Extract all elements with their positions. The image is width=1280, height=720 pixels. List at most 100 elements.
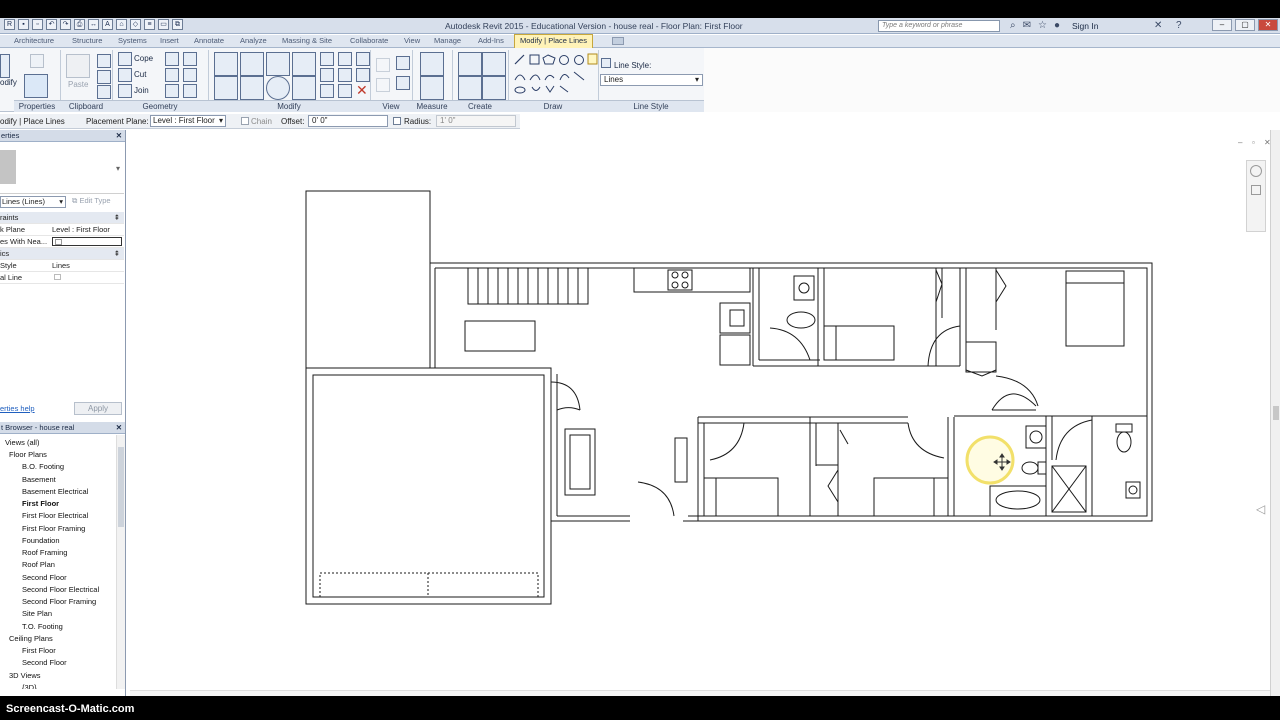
radius-input[interactable]: 1' 0" [436, 115, 516, 127]
tab-manage[interactable]: Manage [434, 36, 461, 45]
collapse-icon[interactable]: ⇞ [114, 212, 120, 223]
restore-view-icon[interactable]: ▫ [1252, 138, 1262, 148]
geometry-tool-f-icon[interactable] [183, 84, 197, 98]
offset-icon[interactable] [240, 52, 264, 76]
draw-tools-icons[interactable] [512, 52, 598, 100]
dimension-icon[interactable] [420, 76, 444, 100]
placement-plane-select[interactable]: Level : First Floor ▾ [150, 115, 226, 127]
save-icon[interactable]: ▪ [18, 19, 29, 30]
split-icon[interactable] [320, 52, 334, 66]
edit-type-button[interactable]: ⧉ Edit Type [72, 196, 111, 206]
properties-icon[interactable] [24, 74, 48, 98]
section-icon[interactable]: ◇ [130, 19, 141, 30]
tree-item[interactable]: Roof Framing [22, 548, 67, 557]
prop-group-constraints[interactable]: raints ⇞ [0, 212, 124, 224]
match-properties-icon[interactable] [97, 85, 111, 99]
minimize-icon[interactable]: – [1212, 19, 1232, 31]
cope-icon[interactable] [118, 52, 132, 66]
floor-plan-drawing[interactable] [130, 130, 1270, 696]
close-hidden-icon[interactable]: ▭ [158, 19, 169, 30]
checkbox[interactable] [54, 274, 61, 280]
tab-view[interactable]: View [404, 36, 420, 45]
tree-item[interactable]: T.O. Footing [22, 622, 63, 631]
tab-collaborate[interactable]: Collaborate [350, 36, 388, 45]
measure-distance-icon[interactable] [420, 52, 444, 76]
line-style-select[interactable]: Lines ▾ [600, 74, 703, 86]
create-similar-icon[interactable] [482, 52, 506, 76]
create-parts-icon[interactable] [482, 76, 506, 100]
split-gap-icon[interactable] [338, 52, 352, 66]
tree-item[interactable]: Second Floor [22, 658, 67, 667]
tree-item[interactable]: Basement [22, 475, 56, 484]
sign-in-link[interactable]: Sign In [1072, 21, 1098, 31]
join-button[interactable]: Join [134, 86, 149, 95]
tab-massing-site[interactable]: Massing & Site [282, 36, 332, 45]
properties-help-link[interactable]: erties help [0, 404, 35, 413]
print-icon[interactable]: ⎙ [74, 19, 85, 30]
maximize-icon[interactable]: ▢ [1235, 19, 1255, 31]
scale-icon[interactable] [338, 68, 352, 82]
tree-item[interactable]: Site Plan [22, 609, 52, 618]
mirror-axis-icon[interactable] [266, 52, 290, 76]
tree-item[interactable]: Second Floor Electrical [22, 585, 99, 594]
zoom-icon[interactable] [1251, 185, 1261, 195]
tab-modify-place-lines[interactable]: Modify | Place Lines [514, 34, 593, 48]
steering-wheel-icon[interactable] [1250, 165, 1262, 177]
tree-item[interactable]: First Floor [22, 499, 59, 508]
rotate-icon[interactable] [266, 76, 290, 100]
tab-annotate[interactable]: Annotate [194, 36, 224, 45]
measure-icon[interactable]: ↔ [88, 19, 99, 30]
mirror-draw-icon[interactable] [292, 52, 316, 76]
align-icon[interactable] [214, 52, 238, 76]
type-properties-icon[interactable] [30, 54, 44, 68]
close-icon[interactable]: ✕ [116, 422, 122, 433]
undo-icon[interactable]: ↶ [46, 19, 57, 30]
tab-architecture[interactable]: Architecture [14, 36, 54, 45]
cope-button[interactable]: Cope [134, 54, 153, 63]
browser-scrollbar[interactable] [116, 435, 125, 689]
subscription-icon[interactable]: ✉ [1023, 20, 1031, 31]
user-icon[interactable]: ● [1054, 20, 1060, 31]
tree-item[interactable]: B.O. Footing [22, 462, 64, 471]
view-cube-arrow-icon[interactable]: ◁ [1256, 502, 1265, 516]
prop-group-graphics[interactable]: ics ⇞ [0, 248, 124, 260]
type-selector[interactable]: ▾ [0, 144, 124, 194]
tree-item[interactable]: 3D Views [9, 671, 41, 680]
exchange-icon[interactable]: ✕ [1154, 20, 1162, 31]
array-icon[interactable] [320, 68, 334, 82]
favorites-icon[interactable]: ☆ [1038, 20, 1047, 31]
trim-extend-icon[interactable] [292, 76, 316, 100]
modify-tool-icon[interactable] [0, 54, 10, 78]
tree-root[interactable]: Views (all) [5, 438, 39, 447]
switch-windows-icon[interactable]: ⧉ [172, 19, 183, 30]
tree-item[interactable]: First Floor [22, 646, 56, 655]
scroll-thumb[interactable] [1273, 406, 1279, 420]
geometry-tool-d-icon[interactable] [183, 68, 197, 82]
help-icon[interactable]: ? [1176, 20, 1182, 31]
geometry-tool-e-icon[interactable] [165, 84, 179, 98]
navigation-bar[interactable] [1246, 160, 1266, 232]
apply-button[interactable]: Apply [74, 402, 122, 415]
tree-item[interactable]: Foundation [22, 536, 60, 545]
tree-item[interactable]: Ceiling Plans [9, 634, 53, 643]
view-tool-icon[interactable] [396, 76, 410, 90]
tree-item[interactable]: Floor Plans [9, 450, 47, 459]
move-icon[interactable] [214, 76, 238, 100]
pin-icon[interactable] [356, 68, 370, 82]
collapse-icon[interactable]: ⇞ [114, 248, 120, 259]
drawing-canvas[interactable]: ▫ – ✕ ◁ [130, 130, 1271, 696]
geometry-tool-b-icon[interactable] [183, 52, 197, 66]
create-group-icon[interactable] [458, 52, 482, 76]
tab-add-ins[interactable]: Add-Ins [478, 36, 504, 45]
tab-insert[interactable]: Insert [160, 36, 179, 45]
search-icon[interactable]: ⌕ [1010, 20, 1016, 31]
tree-item[interactable]: Basement Electrical [22, 487, 88, 496]
copy-clipboard-icon[interactable] [97, 70, 111, 84]
text-icon[interactable]: A [102, 19, 113, 30]
tree-item[interactable]: Second Floor [22, 573, 67, 582]
hide-element-icon[interactable] [376, 58, 390, 72]
geometry-tool-a-icon[interactable] [165, 52, 179, 66]
tab-systems[interactable]: Systems [118, 36, 147, 45]
tree-item[interactable]: Roof Plan [22, 560, 55, 569]
close-icon[interactable]: ✕ [1258, 19, 1278, 31]
